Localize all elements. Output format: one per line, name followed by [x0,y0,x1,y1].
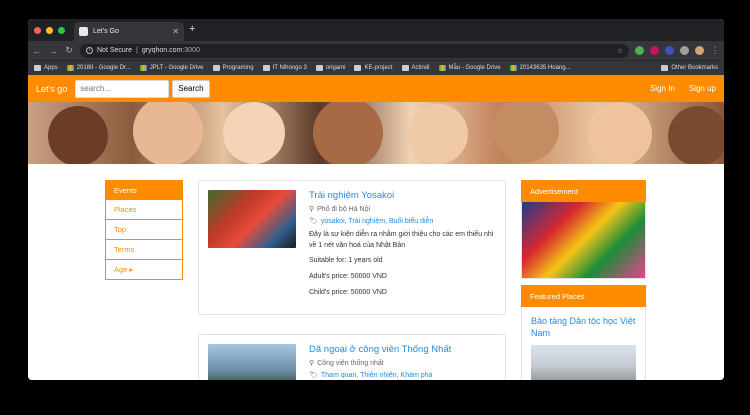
maximize-window-button[interactable] [58,27,65,34]
extension-icon[interactable] [635,46,644,55]
browser-tab[interactable]: Let's Go ✕ [74,22,184,41]
close-tab-icon[interactable]: ✕ [172,27,179,36]
search-input[interactable] [75,79,170,98]
event-location: Công viên thống nhất [317,359,384,367]
right-column: Advertisement Featured Places Bảo tàng D… [521,180,646,380]
folder-icon [212,65,220,71]
reload-icon[interactable]: ↻ [64,45,74,56]
sign-in-link[interactable]: Sign In [650,84,675,93]
hero-banner [28,102,724,164]
close-window-button[interactable] [34,27,41,34]
drive-icon [139,65,147,71]
url-host: gryqhon.com [141,47,183,54]
avatar[interactable] [695,46,704,55]
folder-icon [661,65,669,71]
tag-icon: 🏷 [309,218,318,225]
event-image[interactable] [208,344,296,380]
browser-toolbar: ← → ↻ i Not Secure | gryqhon.com:3000 ☆ … [28,41,724,60]
bookmark-item[interactable]: origami [315,65,345,71]
minimize-window-button[interactable] [46,27,53,34]
sidebar-menu: Events Places Top Terms Age ▸ [105,180,183,280]
back-icon[interactable]: ← [32,46,42,56]
window-controls [34,27,65,34]
event-description: Đây là sự kiện diễn ra nhằm giới thiệu c… [309,231,494,249]
site-navbar: Let's go Search Sign In Sign up [28,75,724,102]
bookmark-apps[interactable]: Apps [34,65,58,71]
bookmark-item[interactable]: Actindi [401,65,430,71]
event-tags[interactable]: yosakoi, Trải nghiệm, Buổi biểu diễn [321,218,433,225]
other-bookmarks[interactable]: Other Bookmarks [661,65,718,71]
folder-icon [315,65,323,71]
apps-icon [34,65,41,71]
bookmark-item[interactable]: Programing [212,65,254,71]
tab-strip: Let's Go ✕ + [28,19,724,41]
featured-place-image[interactable] [531,345,636,380]
site-brand[interactable]: Let's go [36,84,67,94]
extension-icon[interactable] [650,46,659,55]
bookmark-item[interactable]: Mẫu - Google Drive [438,65,501,71]
sidebar-item-places[interactable]: Places [105,200,183,220]
extension-icon[interactable] [680,46,689,55]
search-button[interactable]: Search [172,79,210,98]
featured-places-panel: Bảo tàng Dân tộc học Việt Nam [521,307,646,380]
star-icon[interactable]: ☆ [617,47,623,55]
event-card: Trải nghiệm Yosakoi ⚲ Phố đi bộ Hà Nội 🏷 y… [198,180,506,315]
drive-icon [66,65,74,71]
event-card: Dã ngoại ở công viên Thống Nhất ⚲ Công vi… [198,334,506,380]
bookmark-item[interactable]: 2018II - Google Dr... [66,65,131,71]
sidebar-item-events[interactable]: Events [105,180,183,200]
main-content: Events Places Top Terms Age ▸ Trải nghiệ… [28,164,724,380]
featured-place-title[interactable]: Bảo tàng Dân tộc học Việt Nam [522,307,645,345]
bookmark-item[interactable]: KE-project [354,65,393,71]
tag-icon: 🏷 [309,372,318,379]
advertisement-image[interactable] [522,202,645,278]
folder-icon [354,65,362,71]
featured-places-header: Featured Places [521,285,646,307]
sidebar-item-top[interactable]: Top [105,220,183,240]
url-port: :3000 [182,47,200,54]
bookmarks-bar: Apps 2018II - Google Dr... JPLT - Google… [28,60,724,75]
info-icon[interactable]: i [86,47,93,54]
event-image[interactable] [208,190,296,248]
location-pin-icon: ⚲ [309,360,315,367]
event-location: Phố đi bộ Hà Nội [317,205,371,213]
security-status: Not Secure [97,47,133,54]
sidebar-item-age[interactable]: Age ▸ [105,260,183,280]
forward-icon[interactable]: → [48,46,58,56]
event-suitable-age: Suitable for: 1 years old [309,257,383,264]
drive-icon [438,65,446,71]
bookmark-item[interactable]: IT Nihongo 3 [262,65,307,71]
address-bar[interactable]: i Not Secure | gryqhon.com:3000 ☆ [80,43,629,58]
sign-up-link[interactable]: Sign up [689,84,716,93]
menu-icon[interactable]: ⋮ [710,45,720,56]
event-tags[interactable]: Tham quan, Thiên nhiên, Khám phá [321,372,433,379]
bookmark-item[interactable]: 20143635 Hoàng... [509,65,571,71]
event-child-price: Child's price: 50000 VND [309,289,387,296]
folder-icon [262,65,270,71]
advertisement-panel [521,202,646,279]
sidebar-item-terms[interactable]: Terms [105,240,183,260]
browser-window: Let's Go ✕ + ← → ↻ i Not Secure | gryqho… [28,19,724,380]
folder-icon [401,65,409,71]
extension-icon[interactable] [665,46,674,55]
bookmark-item[interactable]: JPLT - Google Drive [139,65,204,71]
event-title[interactable]: Dã ngoại ở công viên Thống Nhất [309,344,496,355]
event-adult-price: Adult's price: 50000 VND [309,273,387,280]
event-title[interactable]: Trải nghiệm Yosakoi [309,190,496,201]
web-page: Let's go Search Sign In Sign up Events P… [28,75,724,380]
drive-icon [509,65,517,71]
favicon-icon [79,27,88,36]
advertisement-header: Advertisement [521,180,646,202]
location-pin-icon: ⚲ [309,206,315,213]
auth-links: Sign In Sign up [650,84,716,93]
tab-title: Let's Go [93,28,119,35]
new-tab-button[interactable]: + [189,23,195,35]
